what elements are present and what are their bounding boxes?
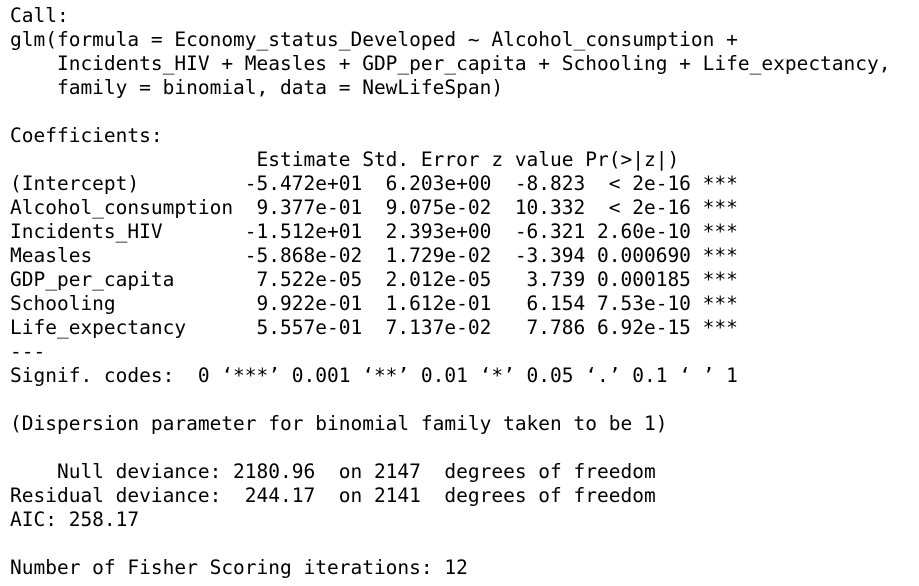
coefficients-column-headers: Estimate Std. Error z value Pr(>|z|): [10, 148, 727, 171]
fisher-iterations: Number of Fisher Scoring iterations: 12: [10, 556, 468, 579]
coef-row-intercept: (Intercept) -5.472e+01 6.203e+00 -8.823 …: [10, 172, 738, 195]
dispersion-note: (Dispersion parameter for binomial famil…: [10, 412, 668, 435]
coef-row-schooling: Schooling 9.922e-01 1.612e-01 6.154 7.53…: [10, 292, 738, 315]
call-line-3: family = binomial, data = NewLifeSpan): [10, 76, 504, 99]
call-line-1: glm(formula = Economy_status_Developed ~…: [10, 28, 738, 51]
signif-codes: Signif. codes: 0 ‘***’ 0.001 ‘**’ 0.01 ‘…: [10, 364, 738, 387]
coef-row-life-expectancy: Life_expectancy 5.557e-01 7.137e-02 7.78…: [10, 316, 738, 339]
r-console-output: Call: glm(formula = Economy_status_Devel…: [0, 0, 919, 586]
coef-row-gdp-per-capita: GDP_per_capita 7.522e-05 2.012e-05 3.739…: [10, 268, 738, 291]
call-header: Call:: [10, 4, 69, 27]
separator-line: ---: [10, 340, 46, 363]
coef-row-measles: Measles -5.868e-02 1.729e-02 -3.394 0.00…: [10, 244, 738, 267]
residual-deviance: Residual deviance: 244.17 on 2141 degree…: [10, 484, 656, 507]
call-line-2: Incidents_HIV + Measles + GDP_per_capita…: [10, 52, 891, 75]
aic-value: AIC: 258.17: [10, 508, 140, 531]
coef-row-alcohol-consumption: Alcohol_consumption 9.377e-01 9.075e-02 …: [10, 196, 738, 219]
coef-row-incidents-hiv: Incidents_HIV -1.512e+01 2.393e+00 -6.32…: [10, 220, 738, 243]
null-deviance: Null deviance: 2180.96 on 2147 degrees o…: [10, 460, 656, 483]
coefficients-header: Coefficients:: [10, 124, 163, 147]
